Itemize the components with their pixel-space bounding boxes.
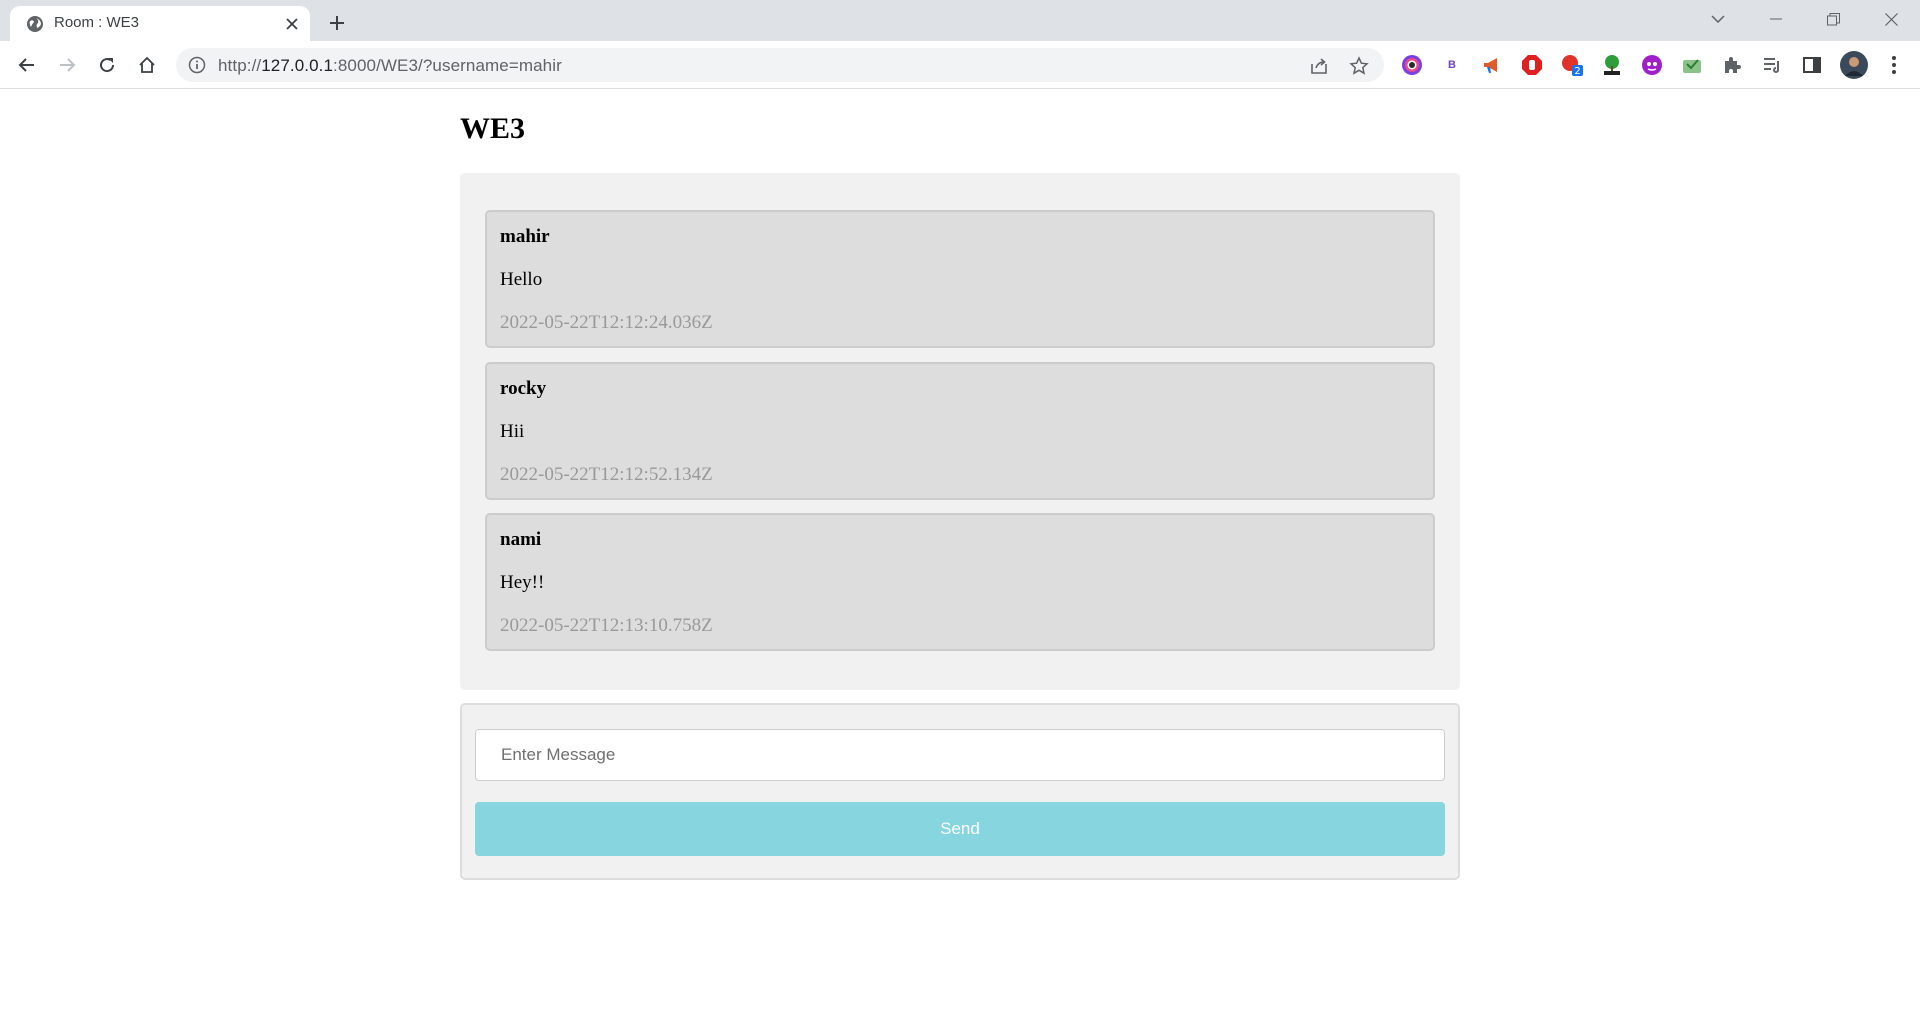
bookmark-star-icon[interactable] — [1348, 55, 1370, 77]
new-tab-button[interactable] — [324, 10, 350, 36]
browser-toolbar: http://127.0.0.1:8000/WE3/?username=mahi… — [0, 41, 1920, 89]
side-panel-icon[interactable] — [1800, 53, 1824, 77]
message-timestamp: 2022-05-22T12:12:52.134Z — [500, 464, 713, 485]
message-timestamp: 2022-05-22T12:12:24.036Z — [500, 312, 713, 333]
address-bar[interactable]: http://127.0.0.1:8000/WE3/?username=mahi… — [176, 48, 1384, 82]
send-button[interactable]: Send — [475, 802, 1445, 856]
more-menu-icon[interactable] — [1882, 53, 1906, 77]
tab-title: Room : WE3 — [54, 14, 140, 31]
megaphone-extension-icon[interactable] — [1480, 53, 1504, 77]
home-icon[interactable] — [132, 50, 162, 80]
color-picker-extension-icon[interactable] — [1400, 53, 1424, 77]
close-icon[interactable] — [282, 14, 302, 34]
reading-list-icon[interactable] — [1760, 53, 1784, 77]
restore-icon[interactable] — [1816, 6, 1850, 32]
info-icon[interactable] — [188, 56, 206, 74]
close-window-icon[interactable] — [1874, 6, 1908, 32]
globe-icon — [26, 15, 44, 33]
message-timestamp: 2022-05-22T12:13:10.758Z — [500, 615, 713, 636]
message-card: rocky Hii 2022-05-22T12:12:52.134Z — [485, 362, 1435, 500]
tab-search-icon[interactable] — [1701, 6, 1735, 32]
html-tree-extension-icon[interactable] — [1600, 53, 1624, 77]
page-title: WE3 — [460, 112, 526, 145]
message-username: rocky — [500, 378, 547, 399]
mail-check-extension-icon[interactable] — [1680, 53, 1704, 77]
url-text: http://127.0.0.1:8000/WE3/?username=mahi… — [218, 56, 562, 75]
profile-avatar[interactable] — [1840, 51, 1868, 79]
extension-badge-count: 2 — [1574, 66, 1580, 77]
forward-arrow-icon[interactable] — [52, 50, 82, 80]
message-username: nami — [500, 529, 542, 550]
message-username: mahir — [500, 226, 550, 247]
share-icon[interactable] — [1308, 55, 1330, 77]
adblock-extension-icon[interactable] — [1520, 53, 1544, 77]
reload-icon[interactable] — [92, 50, 122, 80]
notification-extension-icon[interactable]: 2 — [1560, 53, 1584, 77]
message-text: Hello — [500, 269, 543, 290]
purple-face-extension-icon[interactable] — [1640, 53, 1664, 77]
message-text: Hey!! — [500, 572, 545, 593]
bootstrap-extension-icon[interactable]: B — [1440, 53, 1464, 77]
chat-box: mahir Hello 2022-05-22T12:12:24.036Z roc… — [460, 173, 1460, 690]
compose-form: Send — [460, 703, 1460, 880]
extensions-puzzle-icon[interactable] — [1720, 53, 1744, 77]
browser-tab[interactable]: Room : WE3 — [10, 6, 310, 41]
message-input[interactable] — [475, 729, 1445, 781]
message-card: mahir Hello 2022-05-22T12:12:24.036Z — [485, 210, 1435, 348]
back-arrow-icon[interactable] — [12, 50, 42, 80]
message-card: nami Hey!! 2022-05-22T12:13:10.758Z — [485, 513, 1435, 651]
minimize-icon[interactable] — [1759, 6, 1793, 32]
browser-tab-bar: Room : WE3 — [0, 0, 1920, 41]
message-text: Hii — [500, 421, 525, 442]
